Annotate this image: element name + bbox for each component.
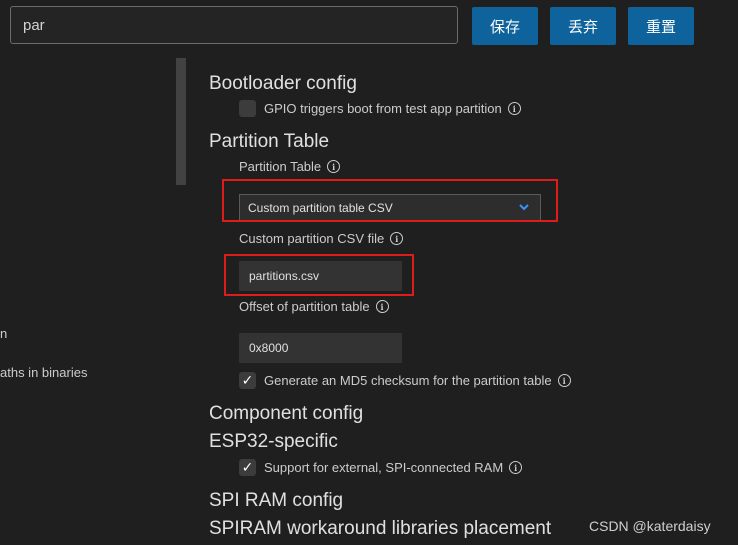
info-icon[interactable]: i	[327, 160, 341, 173]
save-button[interactable]: 保存	[472, 7, 538, 45]
offset-input-value: 0x8000	[249, 341, 289, 355]
info-icon[interactable]: i	[390, 232, 404, 245]
left-panel-item[interactable]: aths in binaries	[0, 365, 87, 380]
spi-ram-setting: ✓ Support for external, SPI-connected RA…	[239, 459, 523, 476]
search-input[interactable]: par	[10, 6, 458, 44]
info-icon[interactable]: i	[509, 461, 523, 474]
info-icon[interactable]: i	[557, 374, 571, 387]
watermark: CSDN @katerdaisy	[589, 518, 711, 534]
md5-label: Generate an MD5 checksum for the partiti…	[264, 373, 552, 388]
partition-table-select[interactable]: Custom partition table CSV	[239, 194, 541, 221]
partition-table-select-value: Custom partition table CSV	[248, 200, 393, 215]
md5-checkbox[interactable]: ✓	[239, 372, 256, 389]
gpio-boot-setting: GPIO triggers boot from test app partiti…	[239, 100, 521, 117]
chevron-down-icon	[519, 204, 529, 211]
left-panel-item[interactable]: n	[0, 326, 7, 341]
section-heading-bootloader: Bootloader config	[209, 73, 357, 94]
discard-button[interactable]: 丢弃	[550, 7, 616, 45]
section-heading-partition-table: Partition Table	[209, 131, 330, 152]
checkmark-icon: ✓	[241, 372, 254, 388]
custom-csv-input-value: partitions.csv	[249, 269, 320, 283]
info-icon[interactable]: i	[375, 300, 389, 313]
checkmark-icon: ✓	[241, 459, 254, 475]
md5-setting: ✓ Generate an MD5 checksum for the parti…	[239, 372, 571, 389]
offset-label-text: Offset of partition table	[239, 299, 370, 314]
settings-window: par 保存 丢弃 重置 n aths in binaries Bootload…	[0, 0, 738, 545]
search-input-value: par	[23, 16, 45, 34]
section-heading-component: Component config	[209, 403, 364, 424]
scrollbar-thumb[interactable]	[176, 58, 186, 185]
custom-csv-label: Custom partition CSV file i	[239, 231, 404, 246]
reset-button[interactable]: 重置	[628, 7, 694, 45]
section-heading-spiram-workaround: SPIRAM workaround libraries placement	[209, 518, 552, 539]
gpio-boot-label: GPIO triggers boot from test app partiti…	[264, 101, 502, 116]
spi-ram-label: Support for external, SPI-connected RAM	[264, 460, 504, 475]
info-icon[interactable]: i	[507, 102, 521, 115]
gpio-boot-checkbox[interactable]	[239, 100, 256, 117]
partition-table-label-text: Partition Table	[239, 159, 322, 174]
custom-csv-label-text: Custom partition CSV file	[239, 231, 385, 246]
section-heading-spi-ram-config: SPI RAM config	[209, 490, 344, 511]
offset-label: Offset of partition table i	[239, 299, 389, 314]
spi-ram-checkbox[interactable]: ✓	[239, 459, 256, 476]
custom-csv-input[interactable]: partitions.csv	[239, 261, 402, 291]
partition-table-label: Partition Table i	[239, 159, 341, 174]
section-heading-esp32: ESP32-specific	[209, 431, 338, 452]
offset-input[interactable]: 0x8000	[239, 333, 402, 363]
